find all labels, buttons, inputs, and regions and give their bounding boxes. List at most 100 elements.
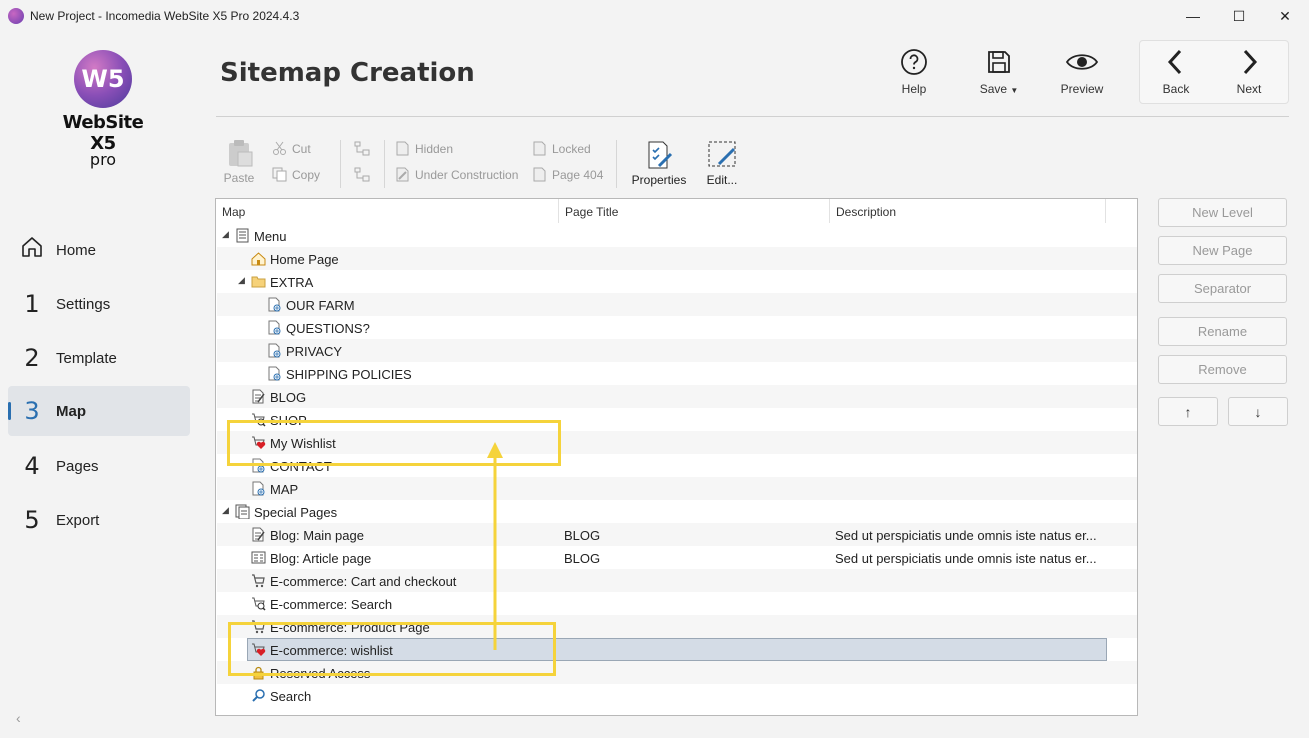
back-button[interactable]: Back [1146, 48, 1206, 96]
tree-row[interactable]: Home Page [217, 247, 1137, 270]
nav-export-number: 5 [24, 506, 40, 534]
page404-toggle[interactable]: Page 404 [533, 167, 603, 182]
new-level-button[interactable]: New Level [1158, 198, 1287, 227]
cut-button[interactable]: Cut [272, 141, 311, 156]
page-icon [252, 481, 265, 496]
tree-row[interactable]: E-commerce: Search [217, 592, 1137, 615]
tree-row-label: Blog: Main page [270, 528, 364, 543]
help-button[interactable]: Help [884, 48, 944, 96]
tree-row-description: Sed ut perspiciatis unde omnis iste natu… [835, 528, 1097, 543]
close-button[interactable]: ✕ [1262, 0, 1308, 32]
nav-map[interactable]: 3 Map [8, 386, 190, 436]
minimize-button[interactable]: — [1170, 0, 1216, 32]
tree-row[interactable]: ◢ Special Pages [217, 500, 1137, 523]
expand-toggle-icon[interactable]: ◢ [222, 229, 229, 240]
tree-row[interactable]: QUESTIONS? [217, 316, 1137, 339]
locked-toggle[interactable]: Locked [533, 141, 591, 156]
nav-template[interactable]: 2 Template [8, 333, 190, 383]
nav-template-number: 2 [24, 344, 40, 372]
move-down-button[interactable]: ↓ [1228, 397, 1288, 426]
page-icon [268, 320, 281, 335]
tree-row[interactable]: SHIPPING POLICIES [217, 362, 1137, 385]
tree-row-label: E-commerce: Search [270, 597, 393, 612]
scissors-icon [273, 141, 286, 155]
maximize-button[interactable]: ☐ [1216, 0, 1262, 32]
blog-icon [252, 389, 265, 404]
active-indicator [8, 402, 11, 420]
tree-row[interactable]: ◢ Menu [217, 224, 1137, 247]
article-icon [251, 551, 266, 564]
annotation-box-my-wishlist [227, 420, 561, 466]
properties-icon [648, 141, 673, 169]
tree-row-description: Sed ut perspiciatis unde omnis iste natu… [835, 551, 1097, 566]
cart-icon [252, 574, 265, 588]
locked-page-icon [533, 141, 546, 156]
clipboard-icon [229, 140, 253, 167]
collapse-sidebar-icon[interactable]: ‹ [16, 710, 21, 726]
toolbar-separator [616, 140, 617, 188]
under-construction-toggle[interactable]: Under Construction [396, 167, 518, 182]
save-label: Save [979, 82, 1008, 96]
tree-row[interactable]: Search [217, 684, 1137, 707]
column-header-description[interactable]: Description [830, 199, 1106, 223]
move-up-button[interactable]: ↑ [1158, 397, 1218, 426]
nav-home-label: Home [56, 241, 97, 259]
tree-row-label: Special Pages [254, 505, 338, 520]
copy-button[interactable]: Copy [272, 167, 320, 182]
tree-row[interactable]: PRIVACY [217, 339, 1137, 362]
help-icon [901, 49, 927, 75]
page404-icon [533, 167, 546, 182]
blog-icon [252, 527, 265, 542]
next-button[interactable]: Next [1219, 48, 1279, 96]
nav-pages-number: 4 [24, 452, 40, 480]
tree-row-label: PRIVACY [286, 344, 343, 359]
preview-label: Preview [1060, 82, 1104, 96]
rename-button[interactable]: Rename [1158, 317, 1287, 346]
tree-row[interactable]: OUR FARM [217, 293, 1137, 316]
tree-row[interactable]: MAP [217, 477, 1137, 500]
remove-button[interactable]: Remove [1158, 355, 1287, 384]
next-label: Next [1236, 82, 1262, 96]
properties-label: Properties [631, 173, 687, 187]
column-header-map[interactable]: Map [216, 199, 559, 223]
tree-row-label: SHIPPING POLICIES [286, 367, 412, 382]
tree-row[interactable]: ◢ EXTRA [217, 270, 1137, 293]
properties-button[interactable]: Properties [628, 140, 690, 187]
tree-row[interactable]: BLOG [217, 385, 1137, 408]
logo: W5 WebSite X5 pro [48, 50, 158, 169]
save-button[interactable]: Save ▼ [969, 48, 1029, 96]
tree-row[interactable]: E-commerce: Cart and checkout [217, 569, 1137, 592]
app-icon [8, 8, 24, 24]
tree-row[interactable]: Blog: Main page BLOG Sed ut perspiciatis u… [217, 523, 1137, 546]
nav-export[interactable]: 5 Export [8, 495, 190, 545]
nav-settings[interactable]: 1 Settings [8, 279, 190, 329]
separator-button[interactable]: Separator [1158, 274, 1287, 303]
indent-button[interactable] [354, 141, 376, 156]
tree-row-label: Menu [254, 229, 287, 244]
header-divider [216, 116, 1289, 117]
page404-label: Page 404 [552, 167, 604, 182]
tree-row[interactable]: Blog: Article page BLOG Sed ut perspiciati… [217, 546, 1137, 569]
column-header-page-title[interactable]: Page Title [559, 199, 830, 223]
page-icon [268, 366, 281, 381]
shop-search-icon [252, 597, 266, 611]
edit-button[interactable]: Edit... [702, 140, 742, 187]
outdent-icon [354, 167, 370, 182]
nav-pages-label: Pages [56, 457, 99, 475]
under-construction-label: Under Construction [415, 167, 519, 182]
home-page-icon [251, 252, 266, 266]
paste-button[interactable]: Paste [222, 138, 256, 185]
nav-settings-label: Settings [56, 295, 111, 313]
home-icon [8, 235, 56, 265]
outdent-button[interactable] [354, 167, 376, 182]
hidden-toggle[interactable]: Hidden [396, 141, 453, 156]
nav-pages[interactable]: 4 Pages [8, 441, 190, 491]
nav-settings-number: 1 [24, 290, 40, 318]
nav-home[interactable]: Home [8, 225, 190, 275]
expand-toggle-icon[interactable]: ◢ [222, 505, 229, 516]
preview-button[interactable]: Preview [1052, 48, 1112, 96]
expand-toggle-icon[interactable]: ◢ [238, 275, 245, 286]
tree-row-label: Home Page [270, 252, 339, 267]
new-page-button[interactable]: New Page [1158, 236, 1287, 265]
next-arrow-icon [1243, 49, 1258, 75]
